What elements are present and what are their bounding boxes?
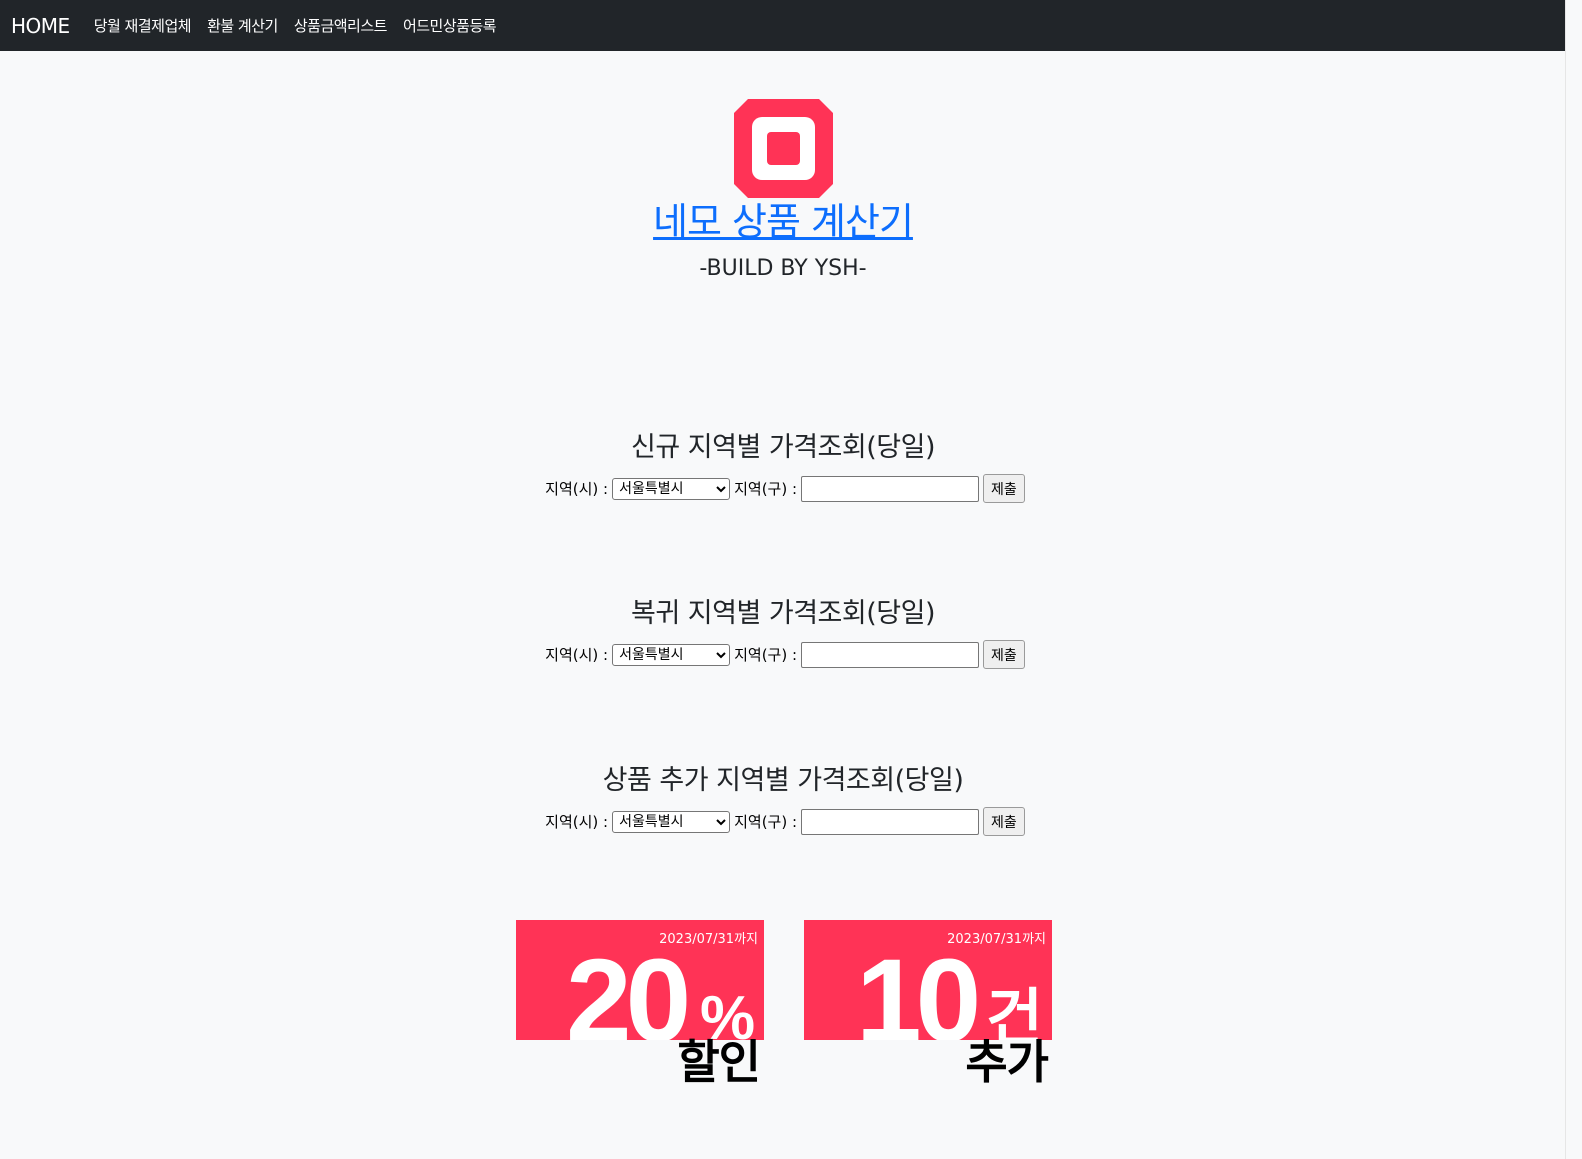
banner-background: 2023/07/31까지 10 건 xyxy=(804,920,1052,1040)
page-scrollbar[interactable] xyxy=(1565,0,1582,1159)
page-subtitle: -BUILD BY YSH- xyxy=(699,256,867,281)
nav-item-admin-product-register[interactable]: 어드민상품등록 xyxy=(403,15,497,36)
city-label: 지역(시) : xyxy=(545,480,609,498)
banner-word: 할인 xyxy=(677,1035,761,1089)
banner-number: 20 xyxy=(566,935,691,1040)
extra-count-banner[interactable]: 2023/07/31까지 10 건 추가 xyxy=(804,920,1052,1095)
page-title: 네모 상품 계산기 xyxy=(0,197,1566,247)
section-title: 복귀 지역별 가격조회(당일) xyxy=(631,598,935,629)
page-title-link[interactable]: 네모 상품 계산기 xyxy=(653,200,914,244)
nav-item-refund-calculator[interactable]: 환불 계산기 xyxy=(207,15,278,36)
section-title: 신규 지역별 가격조회(당일) xyxy=(631,432,935,463)
nav-item-product-price-list[interactable]: 상품금액리스트 xyxy=(294,15,388,36)
new-price-section: 신규 지역별 가격조회(당일) 지역(시) : 서울특별시 지역(구) : 제출 xyxy=(0,430,1566,503)
city-label: 지역(시) : xyxy=(545,646,609,664)
submit-button[interactable]: 제출 xyxy=(983,807,1025,836)
nav-item-repayment-companies[interactable]: 당월 재결제업체 xyxy=(94,15,192,36)
banner-word: 추가 xyxy=(965,1035,1049,1089)
submit-button[interactable]: 제출 xyxy=(983,640,1025,669)
city-label: 지역(시) : xyxy=(545,813,609,831)
district-label: 지역(구) : xyxy=(734,813,798,831)
top-navbar: HOME 당월 재결제업체 환불 계산기 상품금액리스트 어드민상품등록 xyxy=(0,0,1566,51)
price-query-form: 지역(시) : 서울특별시 지역(구) : 제출 xyxy=(0,807,1566,836)
district-label: 지역(구) : xyxy=(734,480,798,498)
discount-banner[interactable]: 2023/07/31까지 20 % 할인 xyxy=(516,920,764,1095)
city-select[interactable]: 서울특별시 xyxy=(612,810,731,833)
price-query-form: 지역(시) : 서울특별시 지역(구) : 제출 xyxy=(0,474,1566,503)
district-input[interactable] xyxy=(801,641,980,668)
banner-background: 2023/07/31까지 20 % xyxy=(516,920,764,1040)
submit-button[interactable]: 제출 xyxy=(983,474,1025,503)
nemo-logo-icon xyxy=(734,99,833,198)
banner-number: 10 xyxy=(856,935,981,1040)
additional-price-section: 상품 추가 지역별 가격조회(당일) 지역(시) : 서울특별시 지역(구) :… xyxy=(0,763,1566,836)
return-price-section: 복귀 지역별 가격조회(당일) 지역(시) : 서울특별시 지역(구) : 제출 xyxy=(0,596,1566,669)
section-title: 상품 추가 지역별 가격조회(당일) xyxy=(602,765,964,796)
district-input[interactable] xyxy=(801,808,980,835)
nav-home-link[interactable]: HOME xyxy=(11,14,70,38)
district-input[interactable] xyxy=(801,475,980,502)
price-query-form: 지역(시) : 서울특별시 지역(구) : 제출 xyxy=(0,640,1566,669)
city-select[interactable]: 서울특별시 xyxy=(612,477,731,500)
district-label: 지역(구) : xyxy=(734,646,798,664)
city-select[interactable]: 서울특별시 xyxy=(612,643,731,666)
